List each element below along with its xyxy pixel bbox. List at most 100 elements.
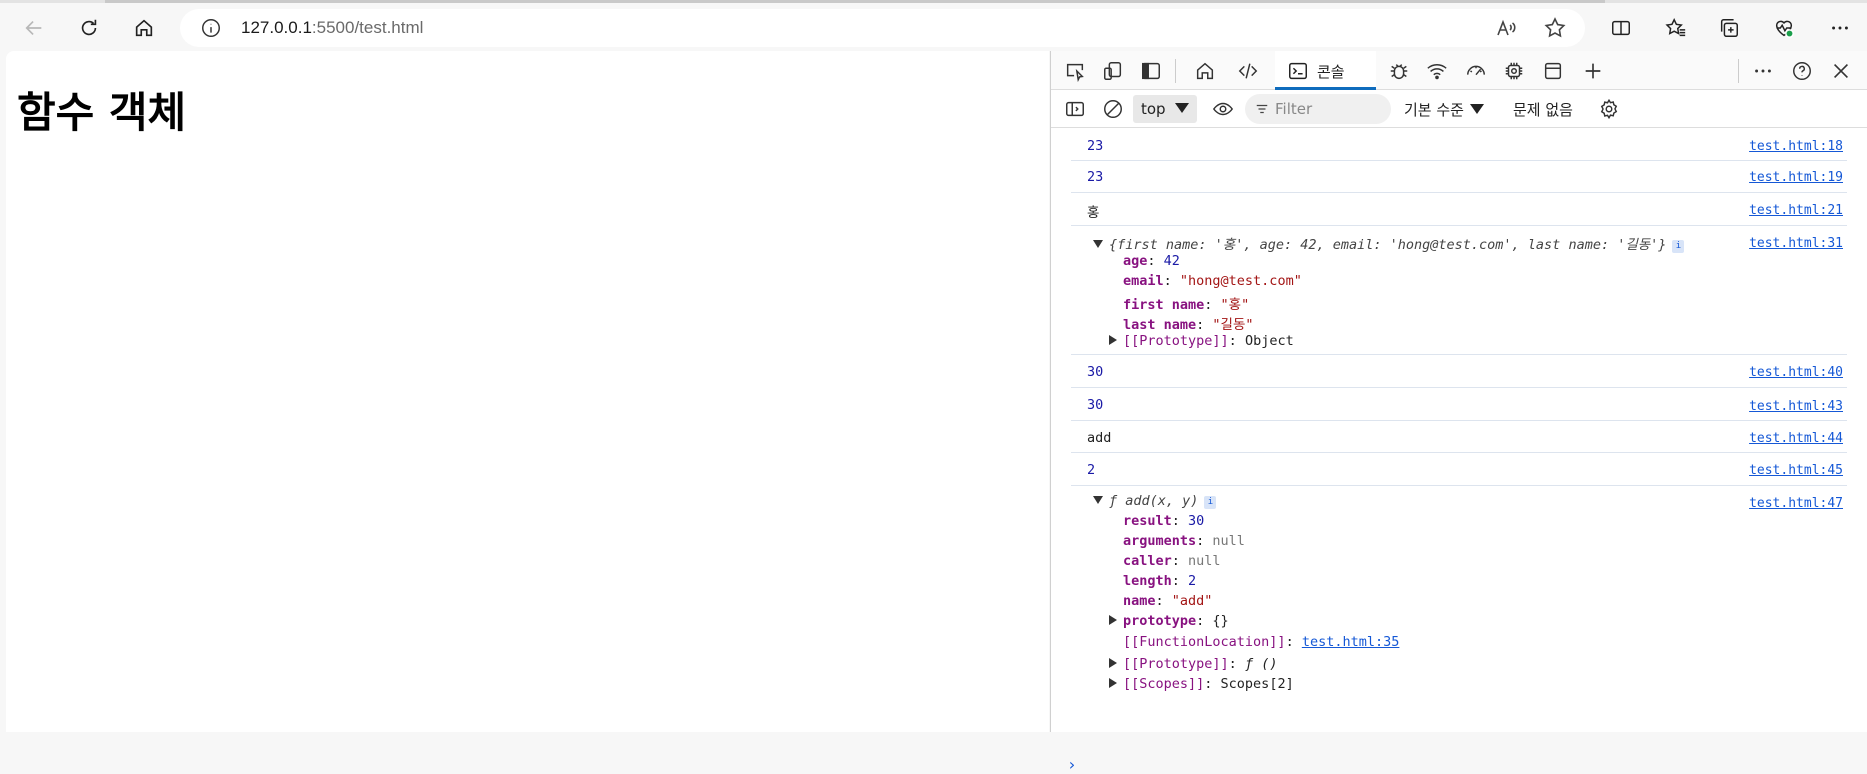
console-prompt[interactable]: › xyxy=(1067,755,1077,774)
read-aloud-icon[interactable] xyxy=(1494,16,1518,40)
split-screen-button[interactable] xyxy=(1605,12,1637,44)
help-button[interactable] xyxy=(1790,59,1814,83)
expand-triangle-icon[interactable] xyxy=(1109,658,1117,668)
source-link[interactable]: test.html:31 xyxy=(1749,236,1843,251)
function-property: arguments: null xyxy=(1123,533,1245,549)
bug-icon xyxy=(1390,64,1408,80)
log-value: 23 xyxy=(1087,138,1104,154)
property-key: length xyxy=(1123,573,1172,589)
tab-sources[interactable] xyxy=(1387,59,1411,83)
filter-box[interactable] xyxy=(1245,94,1391,124)
favorite-star-icon[interactable] xyxy=(1543,16,1567,40)
more-icon xyxy=(1755,69,1771,73)
close-devtools-button[interactable] xyxy=(1829,59,1853,83)
source-link[interactable]: test.html:47 xyxy=(1749,496,1843,511)
log-levels-dropdown[interactable]: 기본 수준 xyxy=(1404,99,1484,120)
object-property: first name: "홍" xyxy=(1123,297,1250,313)
function-property-prototype[interactable]: prototype: {} xyxy=(1109,613,1229,629)
context-label: top xyxy=(1141,100,1166,118)
code-icon xyxy=(1238,63,1258,79)
expand-triangle-icon[interactable] xyxy=(1093,240,1103,248)
expand-triangle-icon[interactable] xyxy=(1109,335,1117,345)
devtools-tab-bar: 콘솔 xyxy=(1051,51,1867,90)
property-key: caller xyxy=(1123,553,1172,569)
web-page: 함수 객체 xyxy=(6,51,1049,732)
refresh-button[interactable] xyxy=(73,12,105,44)
devtools-more-button[interactable] xyxy=(1751,59,1775,83)
tab-elements[interactable] xyxy=(1236,59,1260,83)
log-value: 23 xyxy=(1087,169,1104,185)
console-message-object: {first name: '홍', age: 42, email: 'hong@… xyxy=(1071,226,1847,355)
settings-more-button[interactable] xyxy=(1824,12,1856,44)
source-link[interactable]: test.html:40 xyxy=(1749,365,1843,380)
object-preview[interactable]: {first name: '홍', age: 42, email: 'hong@… xyxy=(1093,233,1685,253)
tab-performance[interactable] xyxy=(1464,59,1488,83)
tab-memory[interactable] xyxy=(1502,59,1526,83)
property-value: "홍" xyxy=(1220,297,1250,313)
info-icon[interactable] xyxy=(200,17,222,39)
property-key: result xyxy=(1123,513,1172,529)
browser-essentials-button[interactable] xyxy=(1768,12,1800,44)
tab-welcome[interactable] xyxy=(1193,59,1217,83)
device-emulation-button[interactable] xyxy=(1101,59,1125,83)
log-value: 30 xyxy=(1087,364,1104,380)
object-property: last name: "길동" xyxy=(1123,317,1254,333)
log-value: 30 xyxy=(1087,397,1104,413)
property-value: null xyxy=(1212,533,1245,549)
window-icon xyxy=(1544,62,1562,80)
source-link[interactable]: test.html:45 xyxy=(1749,463,1843,478)
info-badge-icon[interactable]: i xyxy=(1204,496,1217,509)
function-property-scopes[interactable]: [[Scopes]]: Scopes[2] xyxy=(1109,676,1294,692)
source-link[interactable]: test.html:43 xyxy=(1749,399,1843,414)
browser-toolbar: 127.0.0.1:5500/test.html xyxy=(0,3,1867,51)
console-message-function: ƒ add(x, y) i test.html:47 result: 30 arg… xyxy=(1071,486,1847,696)
expand-triangle-icon[interactable] xyxy=(1109,678,1117,688)
tab-console[interactable]: 콘솔 xyxy=(1275,51,1376,90)
console-log: 23 test.html:18 23 test.html:19 홍 test.h… xyxy=(1051,129,1867,774)
function-location-link[interactable]: test.html:35 xyxy=(1302,634,1400,650)
source-link[interactable]: test.html:19 xyxy=(1749,170,1843,185)
address-bar[interactable]: 127.0.0.1:5500/test.html xyxy=(180,9,1585,47)
info-badge-icon[interactable]: i xyxy=(1672,240,1685,253)
console-message: 23 test.html:19 xyxy=(1071,161,1847,193)
property-key: email xyxy=(1123,273,1164,289)
split-screen-icon xyxy=(1612,20,1630,36)
expand-triangle-icon[interactable] xyxy=(1109,615,1117,625)
home-button[interactable] xyxy=(128,12,160,44)
favorites-button[interactable] xyxy=(1660,12,1692,44)
sidebar-toggle-button[interactable] xyxy=(1063,97,1087,121)
inspect-button[interactable] xyxy=(1063,59,1087,83)
filter-input[interactable] xyxy=(1275,99,1385,119)
property-key: name xyxy=(1123,593,1156,609)
property-key: first name xyxy=(1123,297,1205,313)
back-button[interactable] xyxy=(18,12,50,44)
collections-button[interactable] xyxy=(1713,12,1745,44)
source-link[interactable]: test.html:21 xyxy=(1749,203,1843,218)
console-message: add test.html:44 xyxy=(1071,421,1847,453)
tab-application[interactable] xyxy=(1541,59,1565,83)
console-icon xyxy=(1289,62,1307,80)
console-settings-button[interactable] xyxy=(1597,97,1621,121)
source-link[interactable]: test.html:44 xyxy=(1749,431,1843,446)
object-preview-text: {first name: '홍', age: 42, email: 'hong@… xyxy=(1109,237,1667,253)
object-property-prototype[interactable]: [[Prototype]]: Object xyxy=(1109,333,1294,349)
more-tools-button[interactable] xyxy=(1581,59,1605,83)
clear-console-button[interactable] xyxy=(1101,97,1125,121)
expand-triangle-icon[interactable] xyxy=(1093,496,1103,504)
dock-side-button[interactable] xyxy=(1139,59,1163,83)
url-text[interactable]: 127.0.0.1:5500/test.html xyxy=(241,18,423,38)
log-levels-label: 기본 수준 xyxy=(1404,101,1464,119)
inspect-element-icon xyxy=(1066,63,1084,82)
issues-counter[interactable]: 문제 없음 xyxy=(1513,99,1573,120)
function-preview[interactable]: ƒ add(x, y) i xyxy=(1093,493,1217,509)
function-property: length: 2 xyxy=(1123,573,1197,589)
property-key: prototype xyxy=(1123,613,1197,629)
source-link[interactable]: test.html:18 xyxy=(1749,139,1843,154)
live-expression-button[interactable] xyxy=(1211,97,1235,121)
context-selector[interactable]: top xyxy=(1133,95,1197,123)
console-message: 23 test.html:18 xyxy=(1071,129,1847,161)
property-key: [[FunctionLocation]] xyxy=(1123,634,1286,650)
tab-network[interactable] xyxy=(1425,59,1449,83)
function-property-prototype[interactable]: [[Prototype]]: ƒ () xyxy=(1109,656,1277,672)
console-message: 2 test.html:45 xyxy=(1071,453,1847,486)
